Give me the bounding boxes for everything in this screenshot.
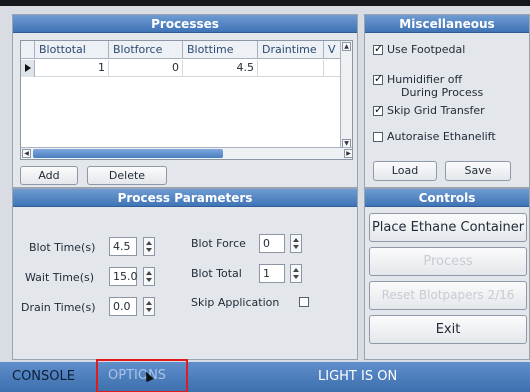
blot-total-input[interactable]: 1 bbox=[259, 264, 285, 283]
use-footpedal-checkbox[interactable] bbox=[373, 42, 383, 55]
column-header-blottime[interactable]: Blottime bbox=[183, 41, 258, 59]
blot-force-input[interactable]: 0 bbox=[259, 234, 285, 253]
use-footpedal-label: Use Footpedal bbox=[387, 43, 466, 56]
wait-time-label: Wait Time(s) bbox=[25, 271, 95, 284]
bottom-bar: CONSOLE OPTIONS LIGHT IS ON bbox=[0, 359, 530, 392]
place-ethane-container-button[interactable]: Place Ethane Container bbox=[369, 213, 527, 242]
autoraise-ethanelift-label: Autoraise Ethanelift bbox=[387, 130, 496, 143]
skip-grid-transfer-checkbox[interactable] bbox=[373, 103, 383, 116]
skip-application-label: Skip Application bbox=[191, 296, 280, 309]
controls-title: Controls bbox=[365, 189, 529, 207]
load-button[interactable]: Load bbox=[373, 161, 437, 181]
tab-options-label: OPTIONS bbox=[108, 368, 167, 383]
cell-blottotal[interactable]: 1 bbox=[35, 60, 109, 77]
humidifier-off-label-line1: Humidifier off bbox=[387, 73, 463, 86]
column-header-draintime[interactable]: Draintime bbox=[258, 41, 324, 59]
skip-grid-transfer-label: Skip Grid Transfer bbox=[387, 104, 485, 117]
row-pointer-icon bbox=[21, 60, 35, 77]
scroll-up-icon[interactable]: ▲ bbox=[342, 42, 351, 51]
save-button[interactable]: Save bbox=[445, 161, 511, 181]
add-button[interactable]: Add bbox=[20, 166, 78, 185]
processes-title: Processes bbox=[13, 15, 357, 33]
drain-time-label: Drain Time(s) bbox=[21, 301, 96, 314]
blot-time-stepper[interactable] bbox=[143, 237, 155, 256]
process-button[interactable]: Process bbox=[369, 247, 527, 276]
processes-panel: Processes Blottotal Blotforce Blottime D… bbox=[12, 14, 358, 188]
drain-time-input[interactable]: 0.0 bbox=[109, 297, 137, 316]
blot-time-label: Blot Time(s) bbox=[29, 241, 96, 254]
horizontal-scrollbar[interactable]: ◀ ▶ bbox=[21, 147, 352, 159]
wait-time-input[interactable]: 15.0 bbox=[109, 267, 138, 286]
miscellaneous-panel: Miscellaneous Use Footpedal Humidifier o… bbox=[364, 14, 530, 188]
scroll-left-icon[interactable]: ◀ bbox=[22, 149, 31, 158]
scroll-thumb[interactable] bbox=[33, 149, 223, 158]
humidifier-off-checkbox[interactable] bbox=[373, 72, 383, 85]
tab-console[interactable]: CONSOLE bbox=[12, 362, 75, 392]
processes-table: Blottotal Blotforce Blottime Draintime V… bbox=[20, 40, 353, 160]
table-row[interactable]: 1 0 4.5 bbox=[21, 60, 341, 77]
column-header-blotforce[interactable]: Blotforce bbox=[109, 41, 183, 59]
blot-force-label: Blot Force bbox=[191, 237, 246, 250]
process-parameters-panel: Process Parameters Blot Time(s) 4.5 Wait… bbox=[12, 188, 358, 360]
skip-application-checkbox[interactable] bbox=[299, 297, 309, 307]
scroll-right-icon[interactable]: ▶ bbox=[344, 149, 352, 158]
cell-blotforce[interactable]: 0 bbox=[109, 60, 183, 77]
vertical-scrollbar[interactable]: ▲ ▼ bbox=[340, 41, 352, 149]
light-status: LIGHT IS ON bbox=[318, 369, 398, 384]
misc-title: Miscellaneous bbox=[365, 15, 529, 33]
cell-blottime[interactable]: 4.5 bbox=[183, 60, 258, 77]
exit-button[interactable]: Exit bbox=[369, 315, 527, 344]
autoraise-ethanelift-checkbox[interactable] bbox=[373, 132, 383, 142]
controls-panel: Controls Place Ethane Container Process … bbox=[364, 188, 530, 360]
wait-time-stepper[interactable] bbox=[143, 267, 155, 286]
tab-options[interactable]: OPTIONS bbox=[96, 359, 188, 392]
humidifier-off-label-line2: During Process bbox=[401, 86, 484, 99]
delete-button[interactable]: Delete bbox=[87, 166, 167, 185]
table-header: Blottotal Blotforce Blottime Draintime V bbox=[21, 41, 341, 59]
reset-blotpapers-button[interactable]: Reset Blotpapers 2/16 bbox=[369, 281, 527, 310]
blot-time-input[interactable]: 4.5 bbox=[109, 237, 137, 256]
column-header-v[interactable]: V bbox=[324, 41, 341, 59]
params-title: Process Parameters bbox=[13, 189, 357, 207]
cell-draintime[interactable] bbox=[258, 60, 324, 77]
app-screen: Processes Blottotal Blotforce Blottime D… bbox=[0, 6, 530, 392]
blot-force-stepper[interactable] bbox=[290, 234, 302, 253]
column-header-blottotal[interactable]: Blottotal bbox=[35, 41, 109, 59]
row-header-corner bbox=[21, 41, 35, 59]
blot-total-stepper[interactable] bbox=[290, 264, 302, 283]
blot-total-label: Blot Total bbox=[191, 267, 242, 280]
cell-v[interactable] bbox=[324, 60, 341, 77]
drain-time-stepper[interactable] bbox=[143, 297, 155, 316]
